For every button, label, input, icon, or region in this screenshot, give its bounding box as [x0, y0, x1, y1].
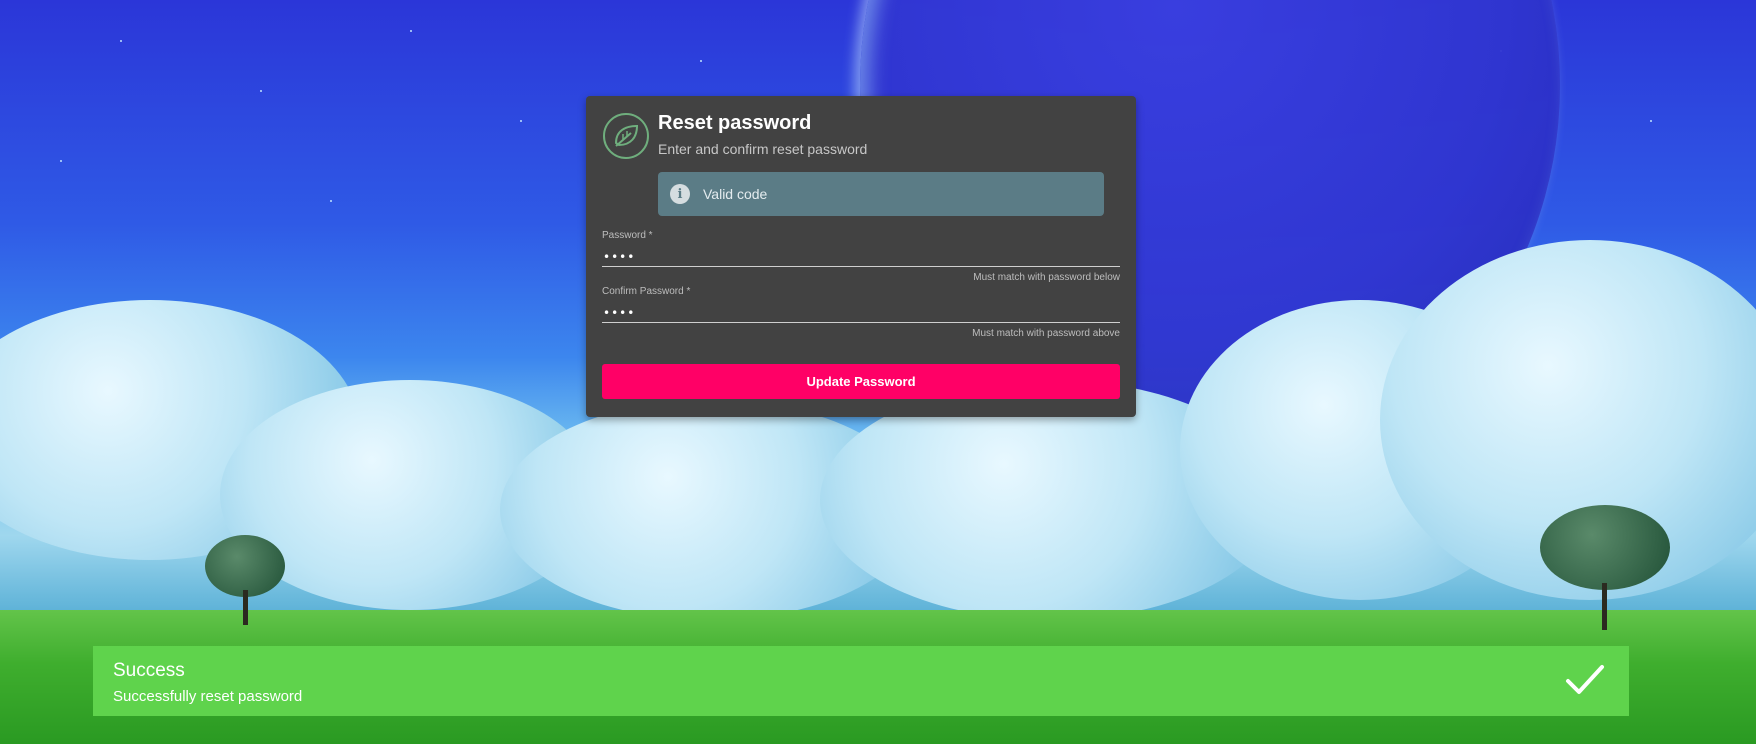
- star: [60, 160, 62, 162]
- checkmark-icon: [1566, 665, 1604, 694]
- password-label: Password *: [602, 230, 653, 241]
- toast-message: Successfully reset password: [113, 688, 303, 705]
- valid-code-alert: i Valid code: [658, 172, 1104, 216]
- toast-title: Success: [113, 660, 185, 681]
- confirm-password-label: Confirm Password *: [602, 286, 691, 297]
- confirm-password-input[interactable]: [602, 303, 1120, 323]
- star: [700, 60, 702, 62]
- page-title: Reset password: [658, 112, 812, 134]
- star: [120, 40, 122, 42]
- star: [520, 120, 522, 122]
- star: [260, 90, 262, 92]
- update-password-button[interactable]: Update Password: [602, 364, 1120, 399]
- star: [1650, 120, 1652, 122]
- success-toast[interactable]: Success Successfully reset password: [93, 646, 1629, 716]
- star: [410, 30, 412, 32]
- alert-text: Valid code: [703, 186, 768, 202]
- tree: [1530, 505, 1680, 630]
- password-input[interactable]: [602, 247, 1120, 267]
- info-icon: i: [670, 184, 690, 204]
- password-hint: Must match with password below: [973, 272, 1120, 283]
- reset-password-card: Reset password Enter and confirm reset p…: [586, 96, 1136, 417]
- leaf-logo-icon: [603, 113, 649, 159]
- page-subtitle: Enter and confirm reset password: [658, 141, 868, 157]
- star: [330, 200, 332, 202]
- confirm-password-field: Confirm Password * Must match with passw…: [602, 286, 1120, 339]
- confirm-password-hint: Must match with password above: [972, 328, 1120, 339]
- tree: [195, 535, 295, 625]
- password-field: Password * Must match with password belo…: [602, 230, 1120, 283]
